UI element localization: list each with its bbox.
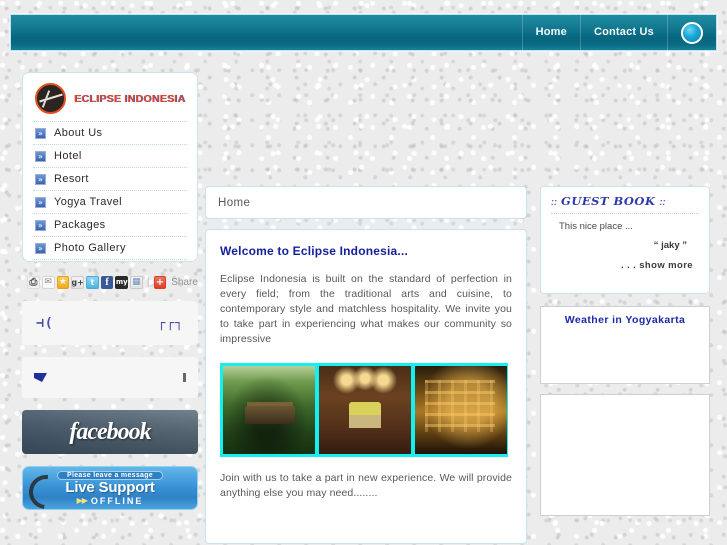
facebook-banner-word: facebook <box>69 418 151 445</box>
sidebar-item-label: Packages <box>54 219 106 231</box>
email-icon[interactable]: ✉ <box>41 276 55 289</box>
weather-title: Weather in Yogyakarta <box>564 314 686 326</box>
share-label[interactable]: Share <box>168 277 198 288</box>
topnav-contact-us[interactable]: Contact Us <box>579 14 667 51</box>
eclipse-logo-icon <box>35 83 66 114</box>
hotel-banner-glyph-left: ⊣( <box>36 315 54 331</box>
sidebar-item-yogya-travel[interactable]: » Yogya Travel <box>33 190 187 213</box>
site-header-bar: Home Contact Us <box>10 14 717 51</box>
gallery-image-resort-jungle[interactable] <box>223 366 315 454</box>
agoda-banner[interactable] <box>22 357 198 398</box>
guestbook-panel: :: GUEST BOOK :: This nice place ... “ j… <box>540 186 710 294</box>
chevron-right-icon: » <box>35 242 46 254</box>
live-support-title: Live Support <box>65 478 155 496</box>
share-toolbar: ⎙ ✉ ★ g+ t f my ▦ | + Share <box>22 276 198 289</box>
weather-panel: Weather in Yogyakarta <box>540 306 710 384</box>
sidebar-item-hotel[interactable]: » Hotel <box>33 144 187 167</box>
live-support-status-row: ▶▶ OFFLINE <box>77 496 144 506</box>
content-paragraph-2: Join with us to take a part in new exper… <box>220 472 512 499</box>
live-support-status: OFFLINE <box>90 495 144 506</box>
topnav-home[interactable]: Home <box>521 14 580 51</box>
addthis-plus-icon[interactable]: + <box>153 276 167 289</box>
guestbook-author: “ jaky ” <box>653 240 687 251</box>
sidebar: ECLIPSE INDONESIA » About Us » Hotel » R… <box>22 72 198 510</box>
google-plus-icon[interactable]: g+ <box>71 276 84 289</box>
chevron-right-icon: » <box>35 196 46 208</box>
share-separator: | <box>146 277 150 288</box>
chevron-right-icon: » <box>35 127 46 139</box>
hotel-banner[interactable]: ⊣( ┌┌┐ <box>22 301 198 345</box>
guestbook-title: GUEST BOOK <box>561 194 656 208</box>
live-support-banner[interactable]: Please leave a message Live Support ▶▶ O… <box>22 466 198 510</box>
chevron-right-icon: » <box>35 150 46 162</box>
myspace-icon[interactable]: my <box>115 276 129 289</box>
guestbook-colon-right: :: <box>659 197 666 207</box>
sidebar-item-label: Hotel <box>54 150 82 162</box>
page-title-bar: Home <box>205 186 527 219</box>
agoda-logo-icon <box>34 373 47 382</box>
brand[interactable]: ECLIPSE INDONESIA <box>33 81 187 121</box>
brand-name: ECLIPSE INDONESIA <box>74 92 186 105</box>
facebook-icon[interactable]: f <box>100 276 114 289</box>
sidebar-item-resort[interactable]: » Resort <box>33 167 187 190</box>
chevron-right-icon: » <box>35 219 46 231</box>
empty-widget-panel <box>540 394 710 516</box>
sidebar-item-label: Resort <box>54 173 89 185</box>
gallery-image-traditional-couple[interactable] <box>319 366 411 454</box>
guestbook-colon-left: :: <box>551 197 557 207</box>
guestbook-header: :: GUEST BOOK :: <box>551 194 699 214</box>
double-arrow-icon: ▶▶ <box>76 496 88 505</box>
guestbook-show-more-link[interactable]: . . . show more <box>551 251 699 271</box>
more-services-icon[interactable]: ▦ <box>130 276 143 289</box>
sidebar-item-about-us[interactable]: » About Us <box>33 121 187 144</box>
sidebar-item-label: Photo Gallery <box>54 242 126 254</box>
sidebar-item-label: Yogya Travel <box>54 196 122 208</box>
photo-gallery-strip <box>220 363 508 457</box>
guestbook-message: This nice place ... <box>559 221 633 232</box>
agoda-end-mark <box>183 373 186 382</box>
sidebar-item-photo-gallery[interactable]: » Photo Gallery <box>33 236 187 260</box>
page-root: Home Contact Us ECLIPSE INDONESIA » Abou… <box>0 0 727 545</box>
sidebar-item-label: About Us <box>54 127 103 139</box>
print-icon[interactable]: ⎙ <box>27 276 40 289</box>
sidebar-item-packages[interactable]: » Packages <box>33 213 187 236</box>
chevron-right-icon: » <box>35 173 46 185</box>
content-heading: Welcome to Eclipse Indonesia... <box>220 244 409 258</box>
content-panel: Welcome to Eclipse Indonesia... Eclipse … <box>205 229 527 544</box>
favorites-star-icon[interactable]: ★ <box>56 276 70 289</box>
gallery-image-hotel-night[interactable] <box>415 366 507 454</box>
hotel-banner-glyph-right: ┌┌┐ <box>157 315 184 331</box>
header-circle-button[interactable] <box>667 14 716 51</box>
sidebar-nav-panel: ECLIPSE INDONESIA » About Us » Hotel » R… <box>22 72 198 262</box>
circle-icon <box>681 21 703 44</box>
main-content: Home Welcome to Eclipse Indonesia... Ecl… <box>205 186 527 544</box>
content-paragraph-1: Eclipse Indonesia is built on the standa… <box>220 273 512 345</box>
facebook-banner[interactable]: facebook <box>22 410 198 454</box>
right-sidebar: :: GUEST BOOK :: This nice place ... “ j… <box>540 186 710 516</box>
twitter-icon[interactable]: t <box>86 276 99 289</box>
page-title: Home <box>218 196 251 209</box>
